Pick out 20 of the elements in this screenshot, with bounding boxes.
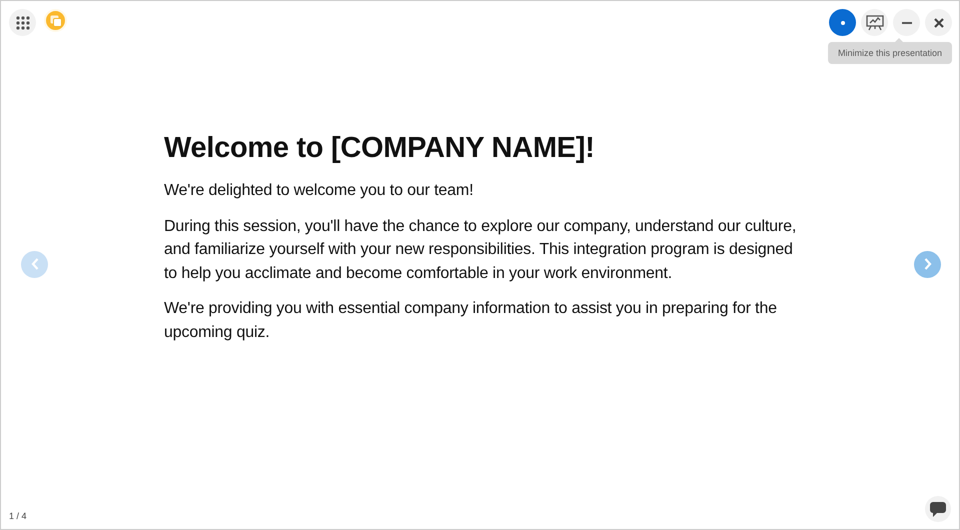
slide-title: Welcome to [COMPANY NAME]! (164, 132, 596, 165)
apps-button[interactable] (9, 9, 36, 36)
chat-icon (930, 502, 946, 516)
apps-grid-icon (16, 16, 30, 30)
chevron-right-icon (924, 258, 932, 270)
record-dot-icon (840, 20, 844, 24)
chat-button[interactable] (925, 496, 951, 522)
chevron-left-icon (30, 258, 38, 270)
minimize-button[interactable] (893, 9, 920, 36)
minimize-icon (902, 22, 912, 24)
slide-paragraph: We're delighted to welcome you to our team! (164, 181, 474, 201)
copy-icon (50, 14, 62, 26)
record-button[interactable] (829, 9, 856, 36)
slide-paragraph: We're providing you with essential company information to assist you in preparing for the upcoming quiz. (164, 299, 778, 342)
close-button[interactable] (925, 9, 952, 36)
slide-paragraph: During this session, you'll have the chance to explore our company, understand our culture, and familiarize yourself with your new responsibilities. This integration program is designed to help you acclimate and become comfortable in your work environment. (164, 216, 798, 284)
present-button[interactable] (861, 9, 888, 36)
presentation-board-icon (866, 14, 884, 30)
close-icon (934, 18, 944, 28)
page-indicator: 1 / 4 (9, 511, 27, 521)
